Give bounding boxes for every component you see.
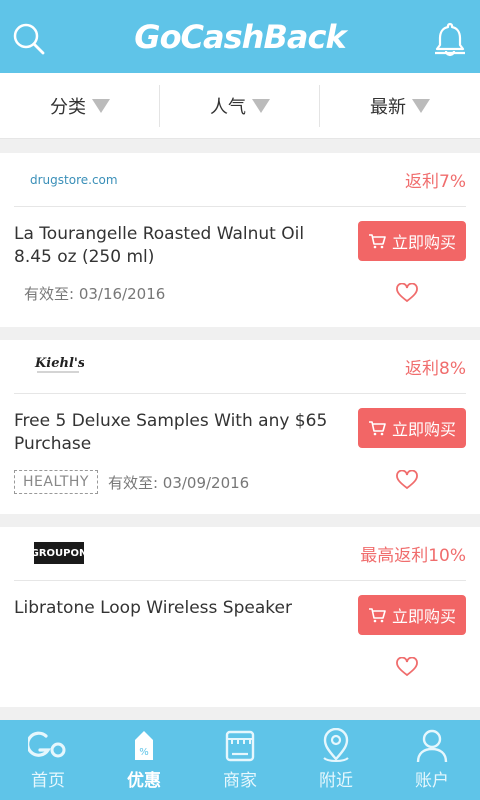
tab-label: 商家	[223, 771, 257, 791]
cart-icon	[368, 608, 386, 623]
heart-icon[interactable]	[396, 283, 418, 303]
bell-icon[interactable]	[432, 20, 468, 58]
rebate-label: 最高返利10%	[360, 546, 466, 566]
svg-text:drugstore.com: drugstore.com	[30, 173, 118, 187]
svg-text:%: %	[139, 747, 149, 758]
heart-icon[interactable]	[396, 657, 418, 677]
buy-now-label: 立即购买	[391, 233, 456, 252]
buy-now-label: 立即购买	[391, 607, 456, 626]
buy-now-button[interactable]: 立即购买	[358, 221, 466, 261]
merchant-logo-groupon: GROUPON	[31, 542, 87, 564]
tab-deals[interactable]: % 优惠	[96, 720, 192, 800]
tab-home[interactable]: 首页	[0, 720, 96, 800]
heart-icon[interactable]	[396, 470, 418, 490]
cart-icon	[368, 234, 386, 249]
tab-label: 账户	[415, 771, 449, 791]
app-logo: GoCashBack	[134, 18, 346, 56]
divider	[14, 206, 466, 207]
filter-bar: 分类 人气 最新	[0, 73, 480, 139]
tab-label: 优惠	[127, 771, 161, 791]
deal-meta: HEALTHY 有效至: 03/09/2016	[14, 470, 249, 494]
rebate-label: 返利8%	[405, 359, 466, 379]
cart-icon	[368, 421, 386, 436]
merchant-logo-kiehls: Kiehl's	[34, 356, 84, 373]
deal-title[interactable]: Free 5 Deluxe Samples With any $65 Purch…	[14, 410, 344, 456]
dropdown-triangle-icon	[92, 99, 110, 113]
valid-until: 有效至: 03/16/2016	[24, 285, 166, 303]
tab-account[interactable]: 账户	[384, 720, 480, 800]
buy-now-button[interactable]: 立即购买	[358, 595, 466, 635]
filter-popularity[interactable]: 人气	[160, 73, 320, 139]
filter-category[interactable]: 分类	[0, 73, 160, 139]
dropdown-triangle-icon	[252, 99, 270, 113]
filter-label: 人气	[210, 97, 246, 118]
rebate-label: 返利7%	[405, 172, 466, 192]
dropdown-triangle-icon	[412, 99, 430, 113]
tab-label: 首页	[31, 771, 65, 791]
deal-card[interactable]: GROUPON 最高返利10% Libratone Loop Wireless …	[0, 527, 480, 707]
tab-merchants[interactable]: 商家	[192, 720, 288, 800]
bottom-tab-bar: 首页 % 优惠 商家 附近 账户	[0, 720, 480, 800]
home-go-icon	[28, 731, 66, 758]
tab-label: 附近	[319, 771, 353, 791]
coupon-tag-icon: %	[135, 731, 153, 760]
deal-title[interactable]: La Tourangelle Roasted Walnut Oil 8.45 o…	[14, 223, 344, 269]
buy-now-label: 立即购买	[391, 420, 456, 439]
deal-title[interactable]: Libratone Loop Wireless Speaker	[14, 597, 344, 620]
filter-label: 分类	[50, 97, 86, 118]
location-pin-icon	[323, 728, 349, 762]
filter-newest[interactable]: 最新	[320, 73, 480, 139]
merchant-logo-drugstore: drugstore.com	[30, 173, 118, 187]
filter-label: 最新	[370, 97, 406, 118]
buy-now-button[interactable]: 立即购买	[358, 408, 466, 448]
tab-nearby[interactable]: 附近	[288, 720, 384, 800]
divider	[14, 393, 466, 394]
svg-text:Kiehl's: Kiehl's	[34, 356, 84, 371]
store-icon	[225, 730, 255, 762]
deal-card[interactable]: Kiehl's 返利8% Free 5 Deluxe Samples With …	[0, 340, 480, 514]
valid-until: 有效至: 03/09/2016	[107, 473, 250, 492]
app-header: GoCashBack	[0, 0, 480, 73]
deal-card[interactable]: drugstore.com 返利7% La Tourangelle Roaste…	[0, 153, 480, 327]
deal-meta: 有效至: 03/16/2016	[24, 283, 165, 304]
user-icon	[416, 729, 448, 763]
category-tag[interactable]: HEALTHY	[14, 470, 98, 494]
divider	[14, 580, 466, 581]
